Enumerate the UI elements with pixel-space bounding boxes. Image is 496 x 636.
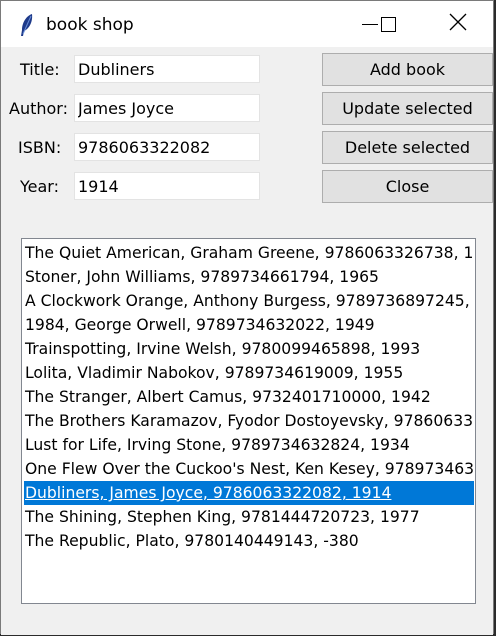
- update-selected-button[interactable]: Update selected: [322, 92, 493, 125]
- maximize-button[interactable]: [368, 1, 408, 47]
- app-window: book shop Title: Author: ISBN: Year: Add…: [0, 0, 494, 635]
- list-item[interactable]: One Flew Over the Cuckoo's Nest, Ken Kes…: [24, 457, 474, 481]
- list-item[interactable]: The Republic, Plato, 9780140449143, -380: [24, 529, 474, 553]
- list-item[interactable]: 1984, George Orwell, 9789734632022, 1949: [24, 313, 474, 337]
- isbn-label: ISBN:: [18, 138, 62, 157]
- close-icon: [449, 13, 467, 35]
- title-input[interactable]: [74, 55, 260, 83]
- title-bar[interactable]: book shop: [1, 1, 493, 47]
- close-window-button[interactable]: [435, 1, 481, 47]
- year-input[interactable]: [74, 172, 260, 200]
- list-item[interactable]: Lust for Life, Irving Stone, 97897346328…: [24, 433, 474, 457]
- author-input[interactable]: [74, 94, 260, 122]
- add-book-button[interactable]: Add book: [322, 53, 493, 86]
- list-item[interactable]: The Brothers Karamazov, Fyodor Dostoyevs…: [24, 409, 474, 433]
- feather-icon: [18, 13, 38, 37]
- window-title: book shop: [46, 15, 134, 35]
- list-item[interactable]: Dubliners, James Joyce, 9786063322082, 1…: [24, 481, 474, 505]
- list-item[interactable]: A Clockwork Orange, Anthony Burgess, 978…: [24, 289, 474, 313]
- list-item[interactable]: Stoner, John Williams, 9789734661794, 19…: [24, 265, 474, 289]
- delete-selected-button[interactable]: Delete selected: [322, 131, 493, 164]
- close-button[interactable]: Close: [322, 170, 493, 203]
- author-label: Author:: [9, 99, 68, 118]
- main-content: Title: Author: ISBN: Year: Add book Upda…: [1, 47, 493, 635]
- title-label: Title:: [20, 60, 60, 79]
- list-item[interactable]: The Quiet American, Graham Greene, 97860…: [24, 241, 474, 265]
- year-label: Year:: [20, 177, 59, 196]
- list-item[interactable]: Lolita, Vladimir Nabokov, 9789734619009,…: [24, 361, 474, 385]
- list-item[interactable]: Trainspotting, Irvine Welsh, 97800994658…: [24, 337, 474, 361]
- list-item[interactable]: The Stranger, Albert Camus, 973240171000…: [24, 385, 474, 409]
- isbn-input[interactable]: [74, 133, 260, 161]
- maximize-icon: [380, 16, 396, 32]
- book-listbox[interactable]: The Quiet American, Graham Greene, 97860…: [21, 238, 476, 604]
- list-item[interactable]: The Shining, Stephen King, 9781444720723…: [24, 505, 474, 529]
